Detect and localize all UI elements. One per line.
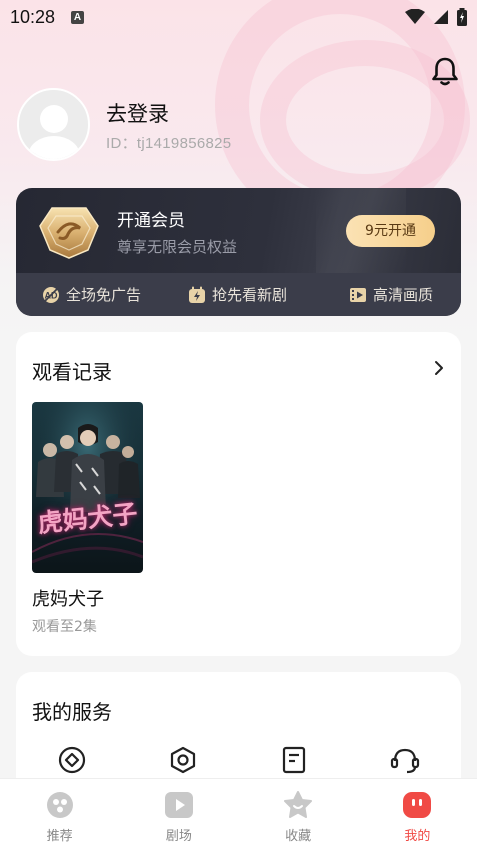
vip-subtitle: 尊享无限会员权益 (117, 238, 238, 256)
hd-quality-icon (349, 287, 366, 302)
mine-face-icon (403, 792, 432, 818)
service-item-4[interactable] (349, 746, 460, 774)
early-access-icon (188, 286, 205, 303)
tab-favorites[interactable]: 收藏 (239, 779, 358, 849)
vip-title: 开通会员 (117, 211, 185, 231)
vip-membership-card[interactable]: 开通会员 尊享无限会员权益 9元开通 AD 全场免广告 抢先看新剧 (16, 188, 461, 316)
vip-open-button[interactable]: 9元开通 (346, 215, 435, 247)
perk-label: 抢先看新剧 (211, 286, 287, 304)
watch-history-card: 观看记录 虎妈犬子 虎妈犬子 观看至2集 (16, 332, 461, 656)
status-bar: 10:28 A (0, 0, 477, 34)
drama-name[interactable]: 虎妈犬子 (32, 585, 104, 611)
perk-label: 高清画质 (372, 286, 433, 304)
vip-crown-badge-icon (39, 207, 99, 259)
section-title: 我的服务 (32, 700, 112, 724)
service-item-2[interactable] (127, 746, 238, 774)
tab-mine[interactable]: 我的 (358, 779, 477, 849)
perk-label: 全场免广告 (66, 286, 142, 304)
perk-early-access: 抢先看新剧 (172, 284, 302, 305)
recommend-icon (46, 792, 73, 818)
tab-label: 推荐 (46, 829, 73, 844)
battery-charging-icon (457, 8, 467, 26)
wifi-icon (405, 9, 425, 24)
perk-no-ads: AD 全场免广告 (16, 284, 172, 305)
theater-play-icon (164, 792, 193, 818)
tab-label: 剧场 (165, 829, 192, 844)
cell-signal-icon (434, 10, 448, 24)
tab-label: 收藏 (285, 829, 312, 844)
notification-badge: A (71, 10, 85, 24)
section-title: 观看记录 (32, 360, 112, 384)
chevron-right-icon[interactable] (433, 360, 445, 376)
bottom-tab-bar: 推荐 剧场 收藏 我的 (0, 778, 477, 849)
service-item-1[interactable] (16, 746, 127, 774)
no-ads-icon: AD (43, 286, 59, 303)
drama-progress: 观看至2集 (32, 619, 97, 635)
document-icon (282, 746, 305, 774)
drama-poster[interactable]: 虎妈犬子 (32, 402, 143, 573)
avatar[interactable] (17, 88, 90, 161)
status-time: 10:28 (10, 6, 56, 27)
bell-icon[interactable] (430, 56, 460, 88)
diamond-circle-icon (58, 746, 85, 774)
hexagon-settings-icon (170, 746, 195, 774)
service-item-3[interactable] (238, 746, 349, 774)
star-favorite-icon (284, 791, 313, 818)
tab-label: 我的 (404, 829, 431, 844)
tab-recommend[interactable]: 推荐 (0, 779, 119, 849)
headset-icon (390, 748, 419, 774)
tab-theater[interactable]: 剧场 (119, 779, 238, 849)
user-id: ID：tj1419856825 (106, 135, 232, 152)
perk-hd-quality: 高清画质 (303, 284, 461, 305)
vip-perks-bar: AD 全场免广告 抢先看新剧 高清画质 (16, 273, 461, 316)
poster-artwork (32, 402, 143, 573)
login-link[interactable]: 去登录 (106, 98, 169, 128)
